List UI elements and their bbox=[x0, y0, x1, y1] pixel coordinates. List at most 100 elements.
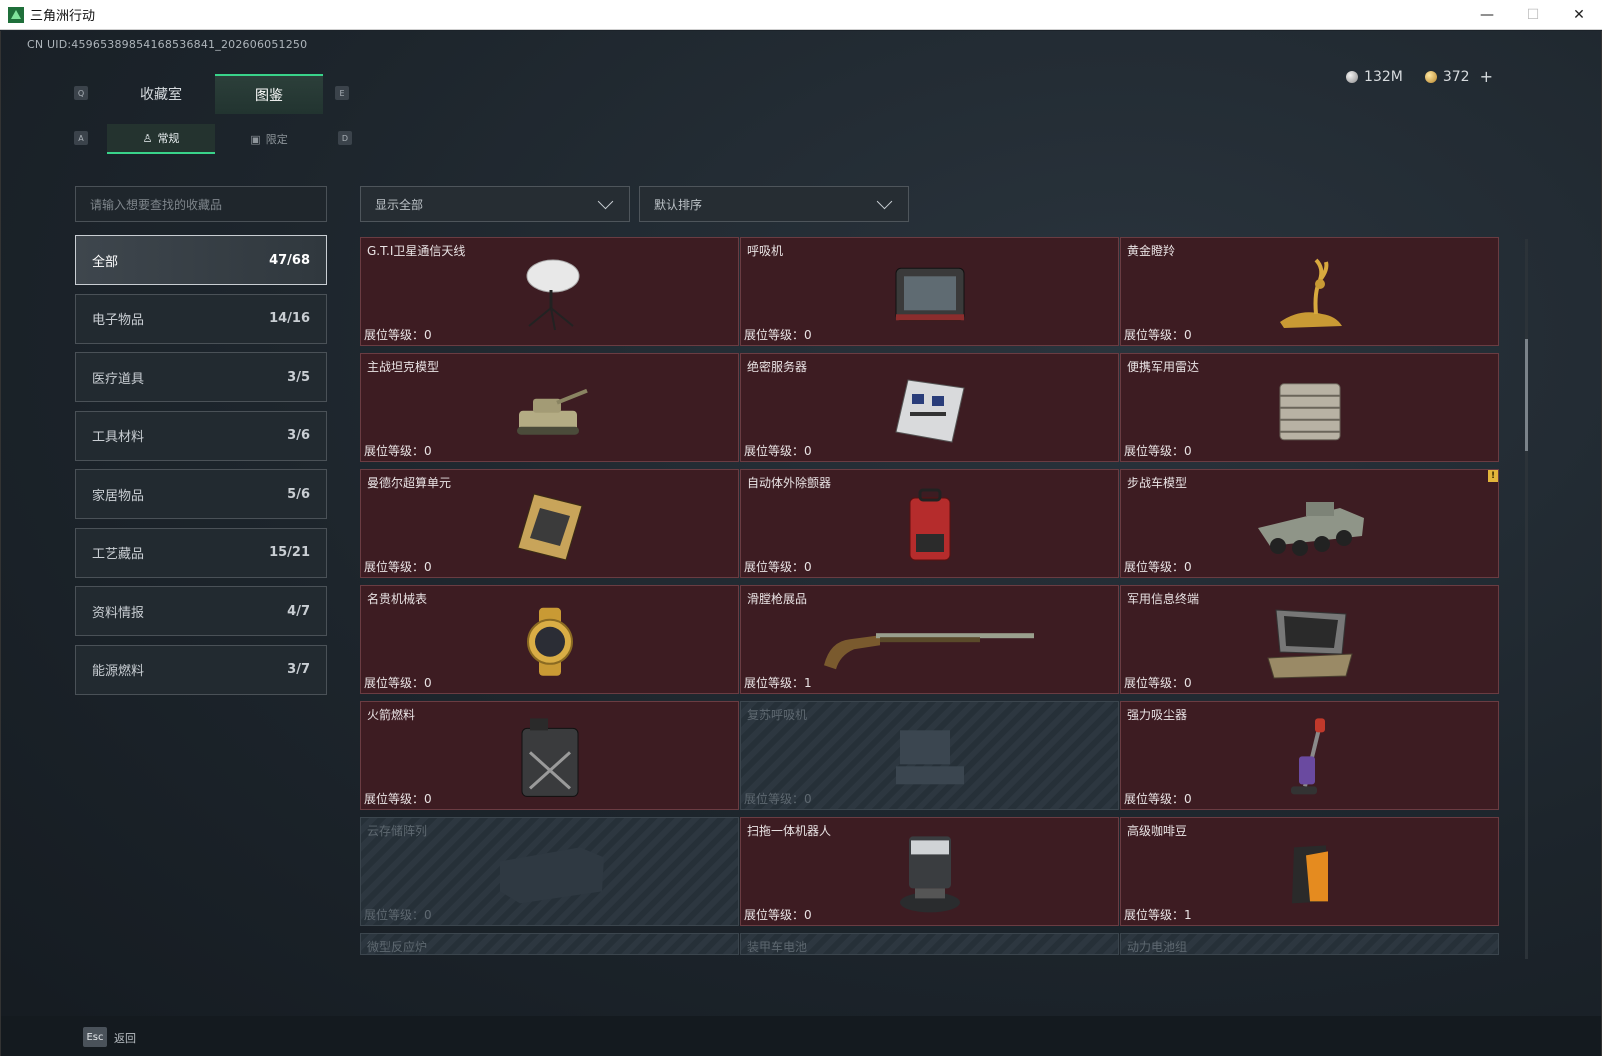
tab-codex[interactable]: 图鉴 bbox=[215, 74, 323, 114]
item-card[interactable]: 黄金瞪羚展位等级：0 bbox=[1120, 237, 1499, 346]
item-name: 便携军用雷达 bbox=[1127, 360, 1200, 374]
bottom-bar bbox=[1, 1016, 1601, 1056]
esc-key-hint[interactable]: Esc bbox=[83, 1027, 107, 1047]
tab-collection-room[interactable]: 收藏室 bbox=[107, 74, 215, 114]
category-label: 医疗道具 bbox=[92, 371, 145, 387]
category-item[interactable]: 能源燃料 3/7 bbox=[75, 644, 327, 695]
category-count: 47/68 bbox=[269, 252, 310, 268]
silver-coin-icon bbox=[1346, 70, 1359, 83]
category-item[interactable]: 资料情报 4/7 bbox=[75, 586, 327, 636]
item-name: 微型反应炉 bbox=[367, 940, 428, 954]
back-label[interactable]: 返回 bbox=[114, 1030, 136, 1046]
item-card[interactable]: 强力吸尘器 展位等级：0 bbox=[1120, 701, 1499, 810]
item-level: 展位等级：1 bbox=[1124, 908, 1192, 922]
chevron-down-icon bbox=[597, 193, 614, 209]
silver-currency: 132M bbox=[1346, 69, 1403, 85]
item-card[interactable]: 微型反应炉 bbox=[360, 933, 739, 955]
category-item[interactable]: 家居物品 5/6 bbox=[75, 469, 327, 519]
maximize-button[interactable]: ☐ bbox=[1510, 0, 1556, 30]
gold-coin-icon bbox=[1424, 70, 1437, 83]
category-count: 15/21 bbox=[269, 545, 310, 560]
window-titlebar: 三角洲行动 — ☐ ✕ bbox=[0, 0, 1602, 30]
item-card[interactable]: 装甲车电池 bbox=[740, 933, 1119, 955]
minimize-button[interactable]: — bbox=[1464, 0, 1510, 30]
item-card[interactable]: 滑膛枪展品 展位等级：1 bbox=[740, 585, 1119, 694]
category-label: 能源燃料 bbox=[92, 664, 145, 679]
ventilator-icon bbox=[892, 262, 968, 328]
category-label: 工艺藏品 bbox=[92, 547, 145, 562]
item-level: 展位等级：0 bbox=[364, 328, 432, 342]
silver-amount: 132M bbox=[1364, 68, 1403, 85]
category-label: 全部 bbox=[92, 254, 119, 270]
item-card[interactable]: 便携军用雷达 展位等级：0 bbox=[1120, 353, 1499, 462]
category-count: 3/6 bbox=[287, 428, 310, 443]
item-card[interactable]: 名贵机械表 展位等级：0 bbox=[360, 585, 739, 694]
category-item[interactable]: 工艺藏品 15/21 bbox=[75, 527, 327, 578]
item-level: 展位等级：0 bbox=[1124, 328, 1192, 342]
compute-unit-icon bbox=[510, 488, 590, 568]
item-card[interactable]: 复苏呼吸机 展位等级：0 bbox=[740, 701, 1119, 810]
category-count: 5/6 bbox=[287, 486, 310, 502]
vacuum-icon bbox=[1285, 716, 1335, 804]
search-input[interactable]: 请输入想要查找的收藏品 bbox=[75, 186, 327, 222]
item-card[interactable]: 呼吸机展位等级：0 bbox=[740, 237, 1119, 346]
item-card[interactable]: 云存储阵列展位等级：0 bbox=[360, 817, 739, 926]
item-card[interactable]: 军用信息终端 展位等级：0 bbox=[1120, 585, 1499, 694]
item-card[interactable]: 高级咖啡豆 展位等级：1 bbox=[1120, 817, 1499, 926]
item-name: 云存储阵列 bbox=[367, 824, 428, 838]
item-name: 呼吸机 bbox=[747, 244, 784, 258]
item-name: 黄金瞪羚 bbox=[1127, 244, 1176, 258]
item-card[interactable]: 动力电池组 bbox=[1120, 933, 1499, 955]
fuel-can-icon bbox=[516, 716, 584, 804]
item-card[interactable]: 主战坦克模型 展位等级：0 bbox=[360, 353, 739, 462]
sort-dropdown[interactable]: 默认排序 bbox=[639, 186, 909, 222]
item-name: 曼德尔超算单元 bbox=[367, 476, 452, 490]
gold-currency: 372 + bbox=[1424, 67, 1493, 86]
item-level: 展位等级：1 bbox=[744, 676, 812, 690]
close-button[interactable]: ✕ bbox=[1556, 0, 1602, 30]
item-level: 展位等级：0 bbox=[1124, 444, 1192, 458]
item-level: 展位等级：0 bbox=[364, 792, 432, 806]
item-card[interactable]: 绝密服务器 展位等级：0 bbox=[740, 353, 1119, 462]
subtab-limited[interactable]: ▣ 限定 bbox=[215, 124, 323, 154]
category-label: 电子物品 bbox=[92, 313, 145, 328]
category-item[interactable]: 全部 47/68 bbox=[75, 235, 327, 285]
item-name: 自动体外除颤器 bbox=[747, 476, 832, 490]
main-tabs: 收藏室 图鉴 bbox=[107, 74, 323, 114]
radar-icon bbox=[1272, 373, 1348, 449]
key-hint-q: Q bbox=[74, 86, 88, 100]
golden-gazelle-icon bbox=[1270, 256, 1350, 336]
filter-dropdown[interactable]: 显示全部 bbox=[360, 186, 630, 222]
item-card[interactable]: 曼德尔超算单元 展位等级：0 bbox=[360, 469, 739, 578]
warning-badge-icon: ! bbox=[1488, 470, 1498, 482]
item-card[interactable]: G.T.I卫星通信天线 展位等级：0 bbox=[360, 237, 739, 346]
subtab-regular-label: 常规 bbox=[157, 132, 180, 145]
item-name: 火箭燃料 bbox=[367, 708, 416, 722]
uid-label: CN UID:4596538985416853684​1_20260605125… bbox=[27, 38, 308, 51]
category-label: 家居物品 bbox=[92, 488, 145, 504]
terminal-icon bbox=[1262, 604, 1358, 684]
category-item[interactable]: 工具材料 3/6 bbox=[75, 410, 327, 461]
subtab-regular[interactable]: ♙ 常规 bbox=[107, 124, 215, 154]
key-hint-a: A bbox=[74, 131, 88, 145]
musket-icon bbox=[820, 611, 1040, 675]
item-level: 展位等级：0 bbox=[744, 560, 812, 574]
filter-dropdown-value: 显示全部 bbox=[375, 197, 424, 212]
item-card[interactable]: 自动体外除颤器 展位等级：0 bbox=[740, 469, 1119, 578]
category-item[interactable]: 医疗道具 3/5 bbox=[75, 352, 327, 402]
item-level: 展位等级：0 bbox=[364, 908, 432, 922]
scrollbar-thumb[interactable] bbox=[1525, 339, 1528, 451]
item-level: 展位等级：0 bbox=[1124, 560, 1192, 574]
item-level: 展位等级：0 bbox=[744, 328, 812, 342]
item-level: 展位等级：0 bbox=[744, 908, 812, 922]
item-name: 主战坦克模型 bbox=[367, 360, 440, 374]
image-icon: ▣ bbox=[250, 132, 261, 146]
window-title: 三角洲行动 bbox=[30, 9, 96, 24]
satellite-dish-icon bbox=[515, 256, 585, 336]
item-card[interactable]: 扫拖一体机器人 展位等级：0 bbox=[740, 817, 1119, 926]
item-card[interactable]: 步战车模型 展位等级：0! bbox=[1120, 469, 1499, 578]
grid-scrollbar[interactable] bbox=[1525, 239, 1528, 959]
category-item[interactable]: 电子物品 14/16 bbox=[75, 293, 327, 344]
item-card[interactable]: 火箭燃料展位等级：0 bbox=[360, 701, 739, 810]
add-currency-button[interactable]: + bbox=[1480, 67, 1493, 86]
